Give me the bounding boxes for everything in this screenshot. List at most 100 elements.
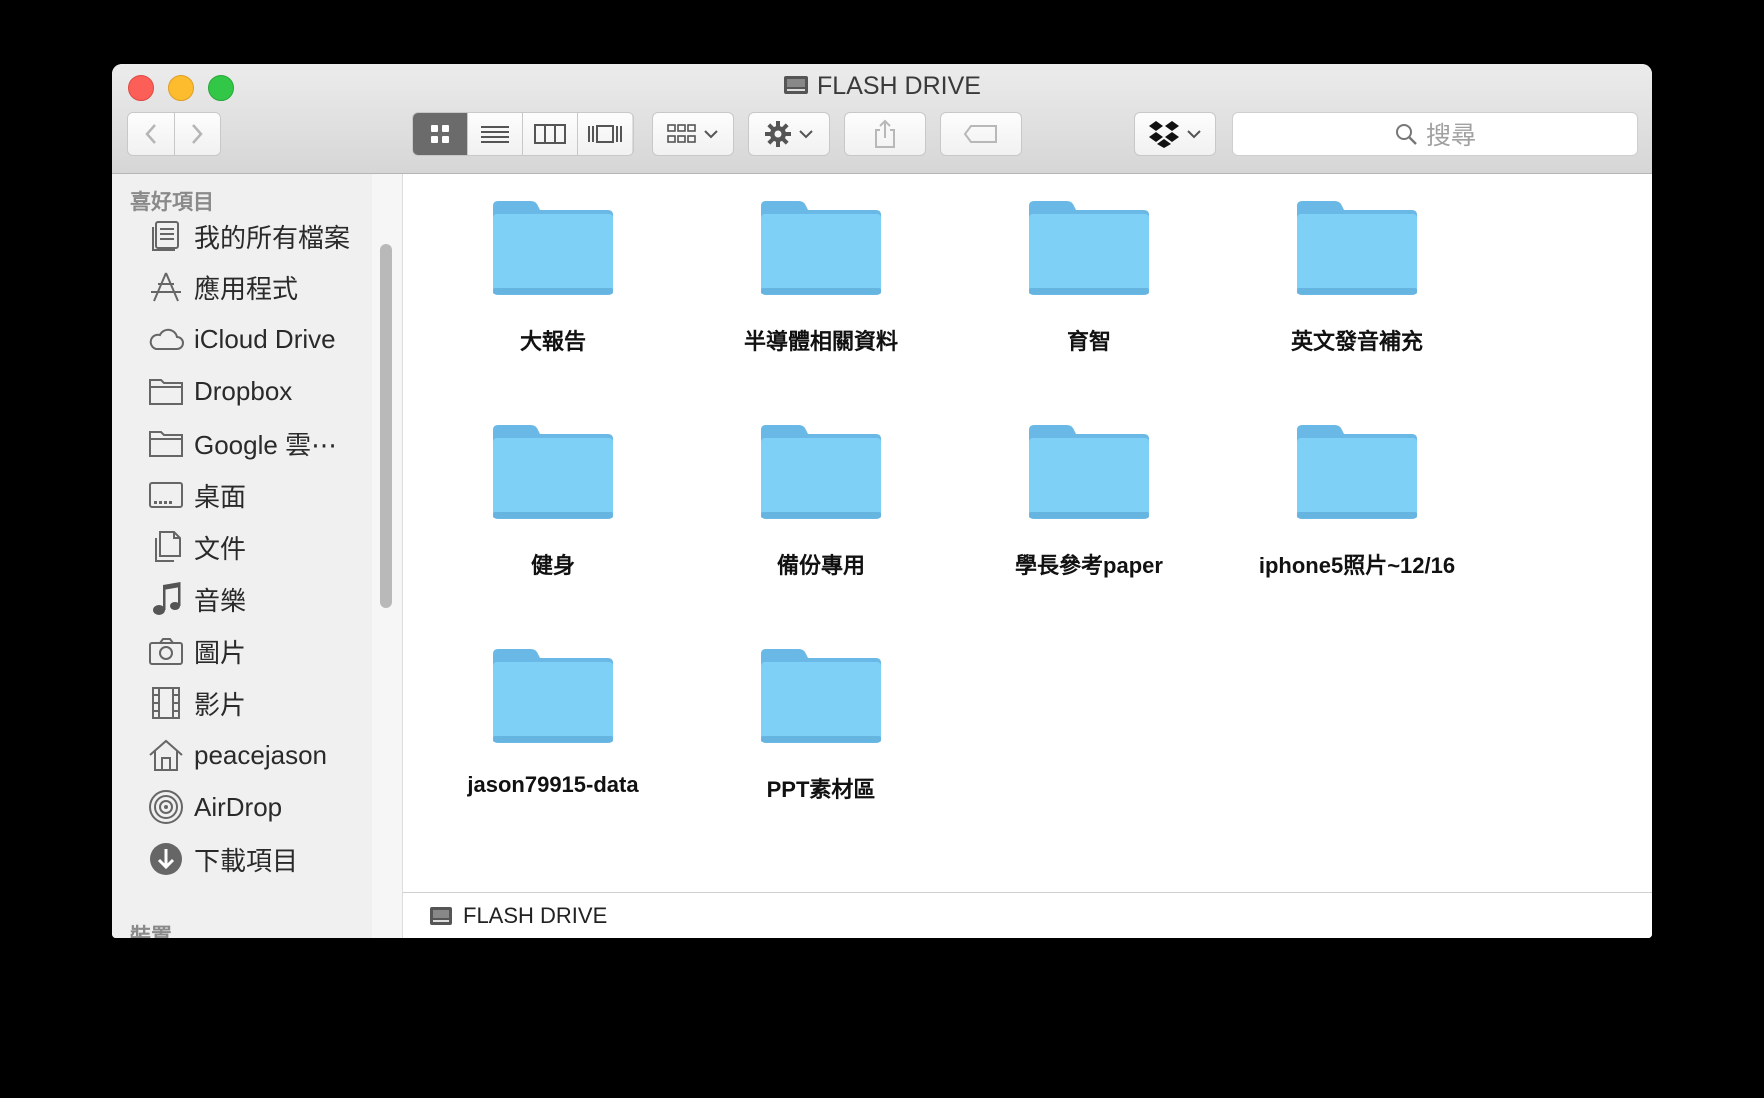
file-browser-content: 大報告 半導體相關資料 育智 英文發音補充 健身 備份專用 學長參考paper [403,174,1652,938]
sidebar-item-desktop[interactable]: 桌面 [112,471,370,519]
folder-item[interactable]: jason79915-data [423,648,683,828]
folder-icon [1029,425,1149,519]
chevron-down-icon [704,130,718,139]
chevron-down-icon [1187,130,1201,139]
column-view-button[interactable] [523,113,578,155]
sidebar-item-label: 音樂 [194,585,247,616]
sidebar-item-google-drive[interactable]: Google 雲⋯ [112,419,370,467]
sidebar-item-icloud-drive[interactable]: iCloud Drive [112,315,370,363]
flash-drive-icon [429,905,453,927]
camera-icon [146,631,186,671]
view-mode-control [412,112,634,156]
folder-name: iphone5照片~12/16 [1258,553,1456,578]
sidebar-item-home[interactable]: peacejason [112,731,370,779]
folder-icon [1029,201,1149,295]
tags-button[interactable] [940,112,1022,156]
sidebar-item-label: 應用程式 [194,273,299,304]
path-bar: FLASH DRIVE [403,892,1652,938]
list-view-button[interactable] [468,113,523,155]
folder-item[interactable]: 大報告 [423,200,683,380]
folder-icon [761,425,881,519]
folder-item[interactable]: iphone5照片~12/16 [1227,424,1487,604]
folder-name: PPT素材區 [766,777,876,802]
applications-icon [146,267,186,307]
window-title-text: FLASH DRIVE [817,72,981,100]
sidebar-item-airdrop[interactable]: AirDrop [112,783,370,831]
forward-button[interactable] [174,113,220,155]
sidebar-item-applications[interactable]: 應用程式 [112,263,370,311]
arrange-grid-icon [667,124,696,143]
folder-icon [146,423,186,463]
folder-name: 半導體相關資料 [743,329,898,354]
folder-name: 大報告 [519,329,586,354]
documents-icon [146,527,186,567]
chevron-left-icon [145,124,156,144]
folder-item[interactable]: PPT素材區 [691,648,951,828]
sidebar-item-music[interactable]: 音樂 [112,575,370,623]
sidebar-item-documents[interactable]: 文件 [112,523,370,571]
dropbox-icon [1149,121,1179,148]
folder-icon [761,201,881,295]
folder-item[interactable]: 半導體相關資料 [691,200,951,380]
icon-view-button[interactable] [413,113,468,155]
chevron-down-icon [799,130,813,139]
folder-item[interactable]: 英文發音補充 [1227,200,1487,380]
folder-icon [493,425,613,519]
folder-icon [493,201,613,295]
folder-name: 備份專用 [776,553,865,578]
desktop-icon [146,475,186,515]
devices-header: 裝置 [130,925,172,938]
airdrop-icon [146,787,186,827]
folder-icon [146,371,186,411]
arrange-button[interactable] [652,112,734,156]
dropbox-button[interactable] [1134,112,1216,156]
cover-flow-icon [588,125,622,143]
all-files-icon [146,216,186,256]
folder-item[interactable]: 育智 [959,200,1219,380]
back-forward-control [127,112,221,156]
sidebar-item-label: 下載項目 [194,845,299,876]
action-button[interactable] [748,112,830,156]
sidebar-scroll-thumb[interactable] [380,244,392,608]
sidebar-item-pictures[interactable]: 圖片 [112,627,370,675]
share-icon [875,119,895,148]
path-bar-item[interactable]: FLASH DRIVE [463,903,607,929]
folder-icon [1297,425,1417,519]
sidebar-item-all-my-files[interactable]: 我的所有檔案 [112,212,370,260]
back-button[interactable] [128,113,175,155]
sidebar-item-label: 我的所有檔案 [194,222,351,253]
column-view-icon [534,124,566,144]
home-icon [146,735,186,775]
cloud-icon [146,319,186,359]
music-icon [146,579,186,619]
sidebar-item-movies[interactable]: 影片 [112,679,370,727]
folder-item[interactable]: 備份專用 [691,424,951,604]
sidebar-item-label: peacejason [194,739,327,770]
folder-icon [493,649,613,743]
sidebar-item-dropbox[interactable]: Dropbox [112,367,370,415]
sidebar-item-label: 圖片 [194,637,247,668]
icon-view-icon [431,125,449,143]
sidebar-scrollbar[interactable] [372,174,403,938]
search-field[interactable]: 搜尋 [1232,112,1638,156]
folder-name: 英文發音補充 [1290,329,1423,354]
folder-name: 學長參考paper [1015,553,1163,578]
sidebar-item-label: 桌面 [194,481,247,512]
list-view-icon [481,126,509,143]
cover-flow-view-button[interactable] [578,113,632,155]
folder-icon [761,649,881,743]
sidebar-item-label: iCloud Drive [194,323,336,354]
folder-icon [1297,201,1417,295]
search-icon [1395,124,1417,145]
folder-item[interactable]: 健身 [423,424,683,604]
folder-item[interactable]: 學長參考paper [959,424,1219,604]
sidebar: 喜好項目 我的所有檔案 應用程式 iCloud Drive Dropbox Go… [112,174,373,938]
search-placeholder: 搜尋 [1425,122,1476,150]
sidebar-item-downloads[interactable]: 下載項目 [112,835,370,883]
window-title: FLASH DRIVE [112,72,1652,101]
share-button[interactable] [844,112,926,156]
film-icon [146,683,186,723]
folder-name: 健身 [530,553,575,578]
tag-icon [963,125,997,143]
flash-drive-icon [783,74,809,96]
